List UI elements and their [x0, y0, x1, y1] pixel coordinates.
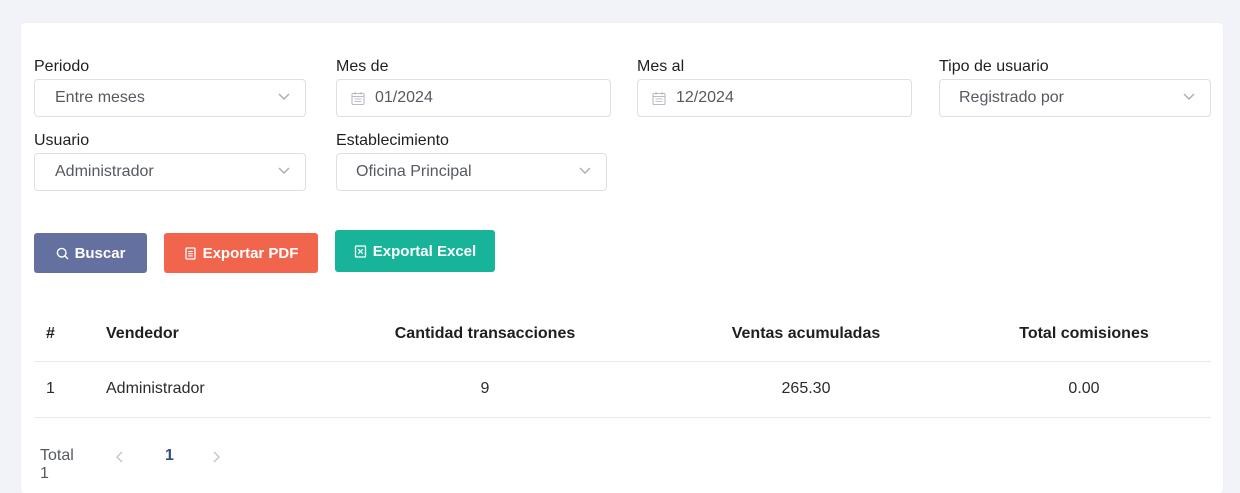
calendar-icon — [652, 92, 666, 106]
mes-al-date-input[interactable]: 12/2024 — [637, 79, 912, 117]
pagination-total: Total 1 — [40, 447, 74, 482]
mes-al-value: 12/2024 — [676, 89, 734, 106]
mes-al-label: Mes al — [637, 58, 685, 75]
export-excel-label: Exportal Excel — [372, 242, 477, 260]
chevron-right-icon[interactable] — [210, 450, 222, 464]
periodo-value: Entre meses — [55, 89, 145, 106]
document-icon — [184, 246, 196, 260]
column-header-total-comisiones: Total comisiones — [1019, 325, 1149, 342]
export-pdf-label: Exportar PDF — [202, 244, 299, 262]
column-header-cantidad-transacciones: Cantidad transacciones — [394, 325, 576, 342]
periodo-field: Periodo Entre meses — [34, 58, 306, 118]
buscar-label: Buscar — [74, 244, 126, 262]
establecimiento-value: Oficina Principal — [356, 163, 472, 180]
column-header-ventas-acumuladas: Ventas acumuladas — [731, 325, 881, 342]
calendar-icon — [351, 92, 365, 106]
column-header-number: # — [46, 325, 55, 342]
search-icon — [56, 247, 69, 259]
tipo-usuario-field: Tipo de usuario Registrado por — [939, 58, 1211, 118]
report-card: Periodo Entre meses Mes de 01/2024 Mes a… — [21, 23, 1223, 493]
cell-ventas-acumuladas: 265.30 — [781, 380, 831, 397]
establecimiento-field: Establecimiento Oficina Principal — [336, 132, 607, 192]
periodo-label: Periodo — [34, 58, 90, 75]
export-excel-button[interactable]: Exportal Excel — [335, 230, 495, 272]
header-divider — [34, 361, 1211, 362]
establecimiento-select[interactable]: Oficina Principal — [336, 153, 607, 191]
mes-de-label: Mes de — [336, 58, 389, 75]
excel-file-icon — [354, 244, 366, 258]
chevron-down-icon — [579, 167, 591, 174]
chevron-left-icon[interactable] — [114, 450, 126, 464]
tipo-usuario-value: Registrado por — [959, 89, 1064, 106]
usuario-field: Usuario Administrador — [34, 132, 306, 192]
chevron-down-icon — [278, 93, 290, 100]
export-pdf-button[interactable]: Exportar PDF — [164, 233, 318, 273]
cell-vendedor: Administrador — [106, 380, 205, 397]
mes-de-date-input[interactable]: 01/2024 — [336, 79, 611, 117]
mes-de-field: Mes de 01/2024 — [336, 58, 611, 118]
tipo-usuario-label: Tipo de usuario — [939, 58, 1049, 75]
page-number-current[interactable]: 1 — [165, 447, 174, 465]
cell-total-comisiones: 0.00 — [1068, 380, 1100, 397]
mes-de-value: 01/2024 — [375, 89, 433, 106]
establecimiento-label: Establecimiento — [336, 132, 449, 149]
cell-cantidad-transacciones: 9 — [480, 380, 490, 397]
row-divider — [34, 417, 1211, 418]
cell-number: 1 — [46, 380, 55, 397]
tipo-usuario-select[interactable]: Registrado por — [939, 79, 1211, 117]
buscar-button[interactable]: Buscar — [34, 233, 147, 273]
chevron-down-icon — [278, 167, 290, 174]
periodo-select[interactable]: Entre meses — [34, 79, 306, 117]
mes-al-field: Mes al 12/2024 — [637, 58, 912, 118]
column-header-vendedor: Vendedor — [106, 325, 179, 342]
chevron-down-icon — [1183, 93, 1195, 100]
usuario-label: Usuario — [34, 132, 90, 149]
usuario-select[interactable]: Administrador — [34, 153, 306, 191]
usuario-value: Administrador — [55, 163, 154, 180]
